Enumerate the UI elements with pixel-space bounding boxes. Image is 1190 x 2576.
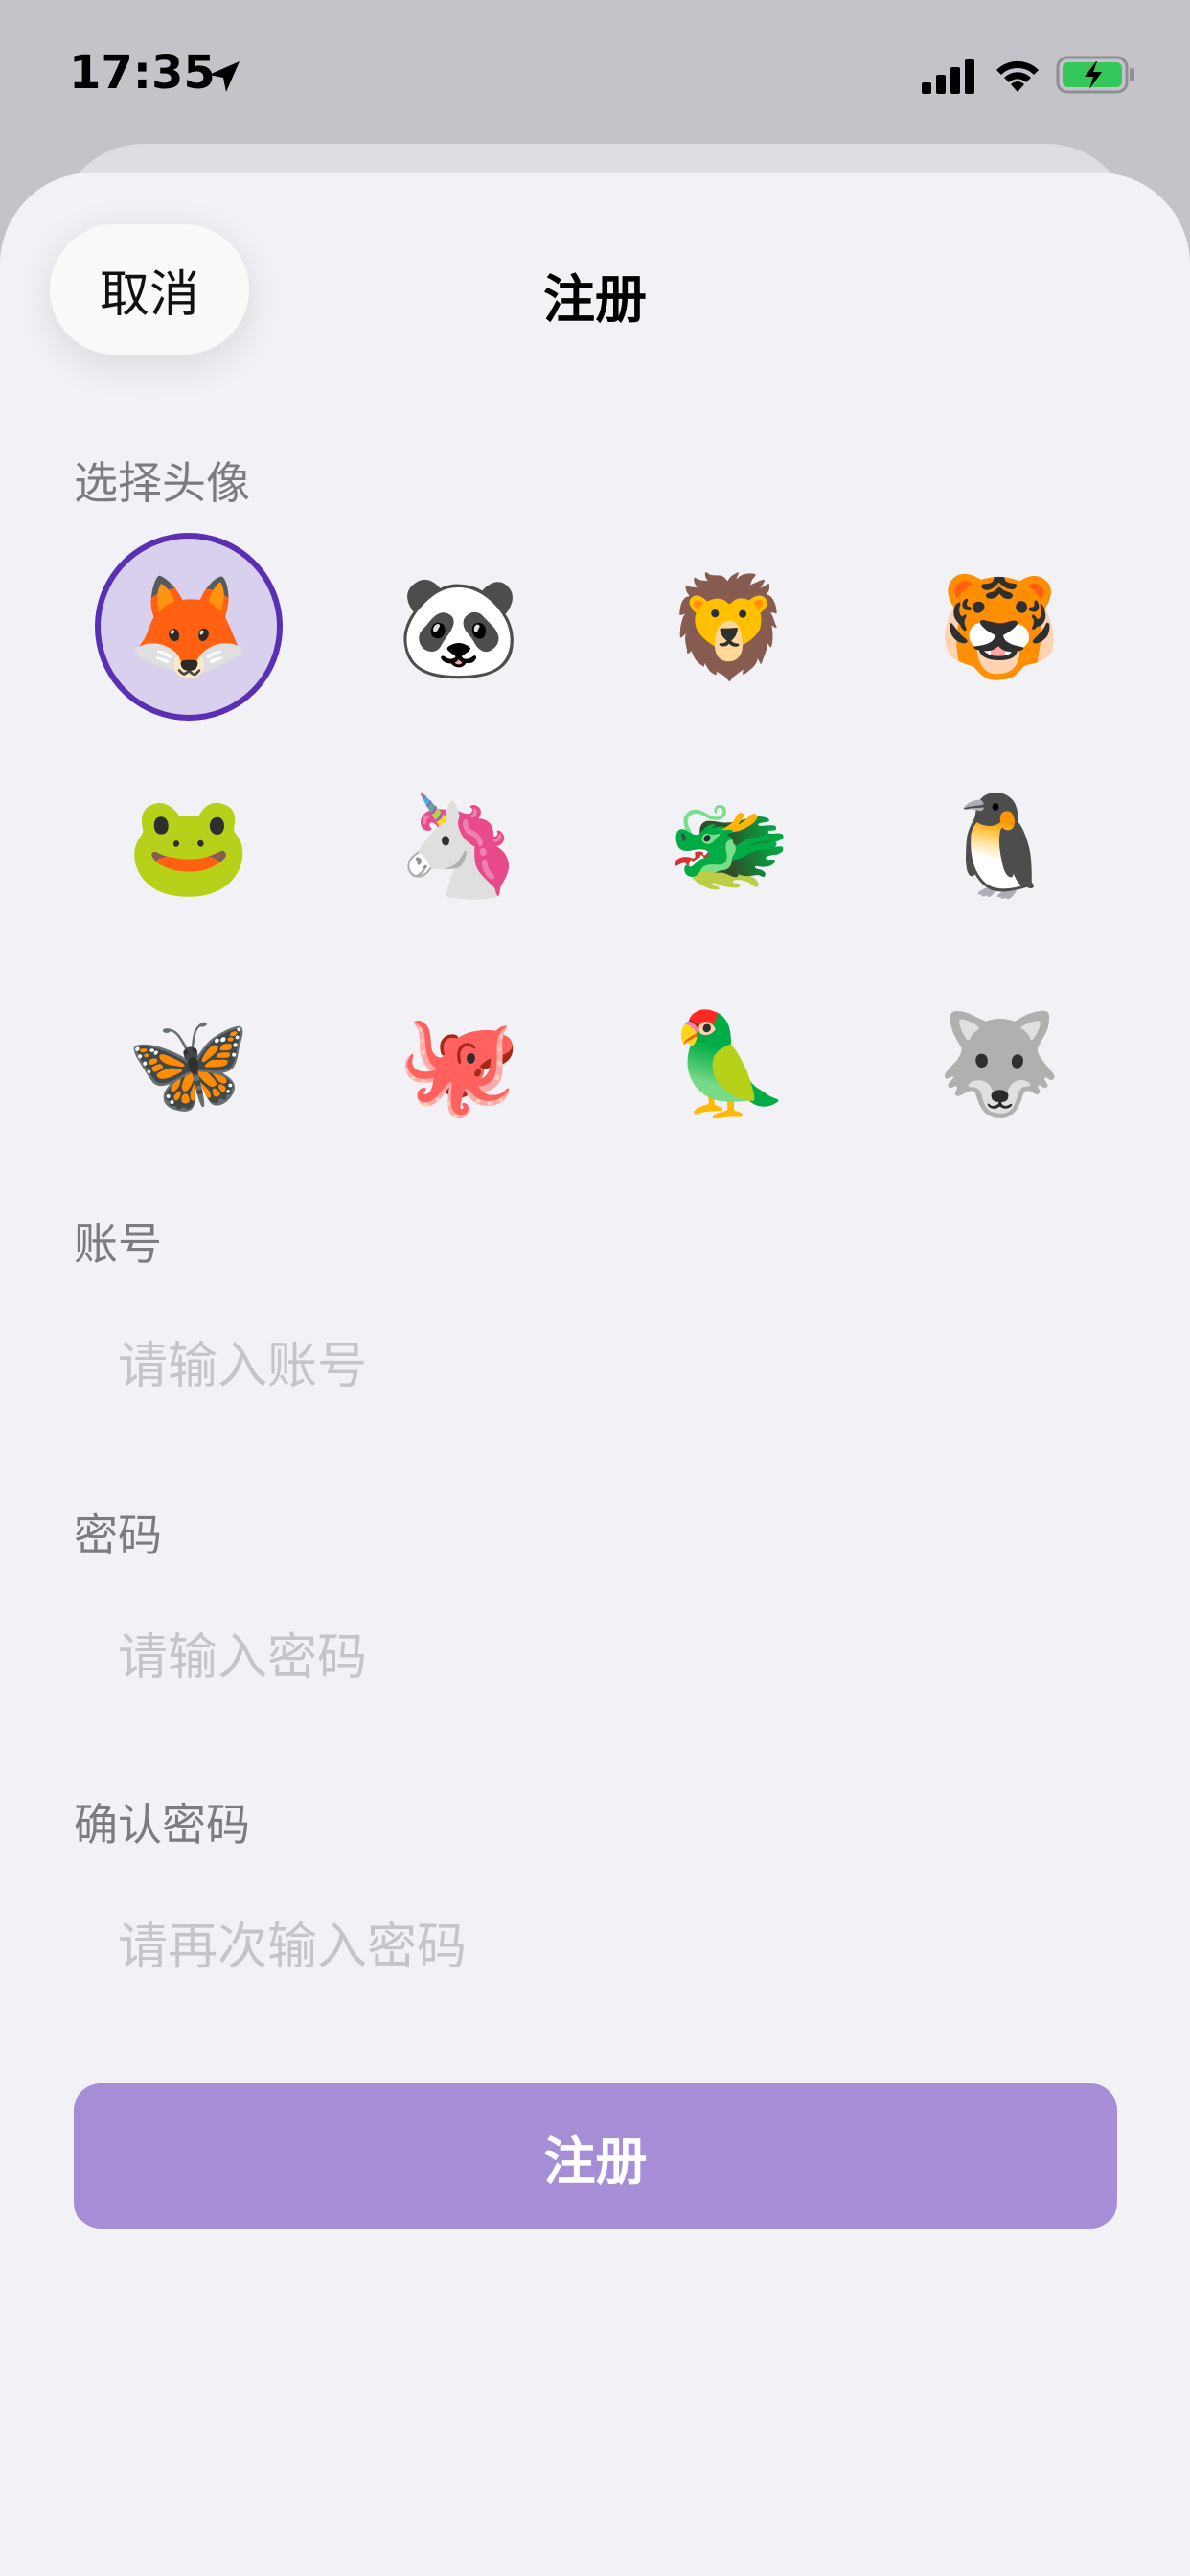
account-label: 账号 [74, 1218, 162, 1270]
avatar-section-label: 选择头像 [74, 457, 250, 509]
avatar-option-lion[interactable]: 🦁 [594, 518, 864, 736]
dragon-icon: 🐲 [667, 787, 791, 904]
wolf-icon: 🐺 [937, 1005, 1062, 1122]
avatar-option-butterfly[interactable]: 🦋 [54, 954, 324, 1173]
confirm-password-label: 确认密码 [74, 1799, 250, 1851]
fox-icon: 🦊 [95, 533, 283, 721]
avatar-option-dragon[interactable]: 🐲 [594, 736, 864, 954]
avatar-option-penguin[interactable]: 🐧 [864, 736, 1134, 954]
tiger-icon: 🐯 [937, 568, 1062, 685]
page-title: 注册 [543, 269, 647, 330]
cellular-signal-icon [922, 59, 974, 94]
panda-icon: 🐼 [397, 568, 521, 685]
confirm-password-input[interactable] [74, 1899, 1116, 1995]
unicorn-icon: 🦄 [397, 787, 521, 904]
avatar-option-frog[interactable]: 🐸 [54, 736, 324, 954]
butterfly-icon: 🦋 [126, 1005, 251, 1122]
password-label: 密码 [74, 1509, 162, 1561]
avatar-option-panda[interactable]: 🐼 [324, 518, 594, 736]
penguin-icon: 🐧 [937, 787, 1062, 904]
location-arrow-icon [209, 61, 240, 92]
parrot-icon: 🦜 [667, 1005, 791, 1122]
avatar-option-wolf[interactable]: 🐺 [864, 954, 1134, 1173]
avatar-option-parrot[interactable]: 🦜 [594, 954, 864, 1173]
register-button[interactable]: 注册 [74, 2083, 1117, 2229]
wifi-icon [996, 60, 1039, 92]
octopus-icon: 🐙 [397, 1005, 521, 1122]
lion-icon: 🦁 [667, 568, 791, 685]
avatar-option-octopus[interactable]: 🐙 [324, 954, 594, 1173]
avatar-option-fox[interactable]: 🦊 [54, 518, 324, 736]
avatar-option-tiger[interactable]: 🐯 [864, 518, 1134, 736]
status-bar: 17:35 [0, 0, 1190, 144]
password-input[interactable] [74, 1610, 1116, 1706]
avatar-option-unicorn[interactable]: 🦄 [324, 736, 594, 954]
status-time: 17:35 [69, 46, 216, 100]
battery-charging-icon [1056, 56, 1134, 94]
frog-icon: 🐸 [126, 787, 251, 904]
avatar-grid: 🦊 🐼 🦁 🐯 🐸 🦄 🐲 🐧 🦋 🐙 🦜 🐺 [54, 518, 1136, 1173]
account-input[interactable] [74, 1319, 1116, 1414]
